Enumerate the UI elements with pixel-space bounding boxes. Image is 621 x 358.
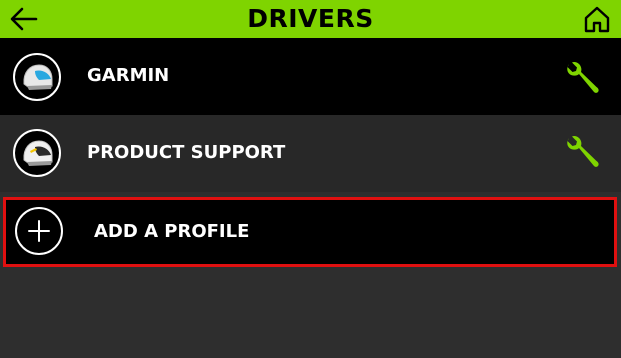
driver-avatar <box>13 129 61 177</box>
helmet-blue-icon <box>23 64 53 90</box>
add-profile-button[interactable]: ADD A PROFILE <box>3 197 617 267</box>
driver-row-garmin[interactable]: GARMIN <box>0 38 621 115</box>
plus-icon <box>15 207 63 255</box>
edit-driver-button[interactable] <box>562 58 602 98</box>
empty-list-area <box>0 272 621 358</box>
home-icon <box>584 6 610 33</box>
driver-name: GARMIN <box>87 65 170 86</box>
add-profile-label: ADD A PROFILE <box>94 221 250 242</box>
driver-name: PRODUCT SUPPORT <box>87 142 286 163</box>
helmet-yellow-icon <box>23 140 53 166</box>
plus-glyph <box>28 220 50 242</box>
driver-avatar <box>13 53 61 101</box>
home-button[interactable] <box>582 5 612 33</box>
wrench-icon <box>567 136 599 167</box>
driver-row-product-support[interactable]: PRODUCT SUPPORT <box>0 115 621 192</box>
edit-driver-button[interactable] <box>562 132 602 172</box>
wrench-icon <box>567 62 599 93</box>
page-title: DRIVERS <box>247 4 374 33</box>
top-bar: DRIVERS <box>0 0 621 38</box>
